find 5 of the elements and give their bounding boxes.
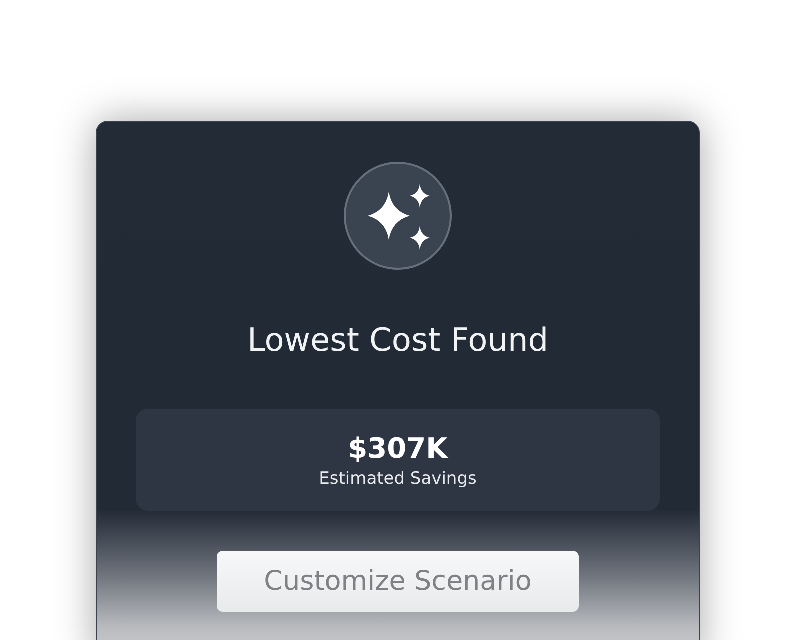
savings-amount: $307K [348,432,448,464]
customize-scenario-button[interactable]: Customize Scenario [217,551,579,612]
sparkles-icon [343,161,453,271]
savings-label: Estimated Savings [319,468,477,488]
card-title: Lowest Cost Found [247,321,549,359]
